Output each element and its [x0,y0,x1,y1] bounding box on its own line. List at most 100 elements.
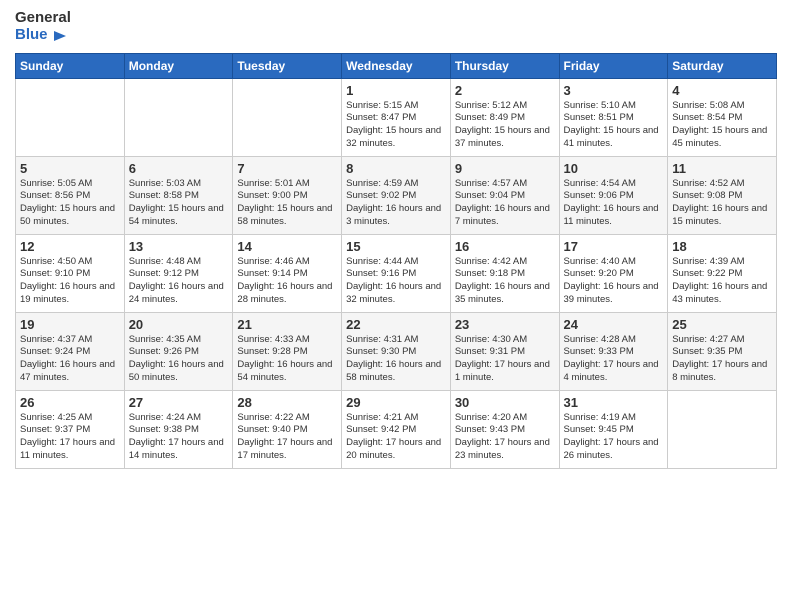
logo-triangle-icon [50,27,68,45]
day-info: Sunrise: 5:01 AM Sunset: 9:00 PM Dayligh… [237,178,337,229]
day-cell: 23 Sunrise: 4:30 AM Sunset: 9:31 PM Dayli… [450,312,559,390]
weekday-header-thursday: Thursday [450,53,559,78]
day-info: Sunrise: 4:28 AM Sunset: 9:33 PM Dayligh… [564,334,664,385]
day-cell: 16 Sunrise: 4:42 AM Sunset: 9:18 PM Dayli… [450,234,559,312]
day-number: 22 [346,317,446,332]
logo-wordmark: General Blue [15,10,71,45]
day-cell: 27Sunrise: 4:24 AM Sunset: 9:38 PM Dayli… [124,390,233,468]
day-cell: 31 Sunrise: 4:19 AM Sunset: 9:45 PM Dayli… [559,390,668,468]
day-cell: 6 Sunrise: 5:03 AM Sunset: 8:58 PM Daylig… [124,156,233,234]
day-info: Sunrise: 4:21 AM Sunset: 9:42 PM Dayligh… [346,412,446,463]
day-number: 5 [20,161,120,176]
day-cell [668,390,777,468]
day-cell: 19 Sunrise: 4:37 AM Sunset: 9:24 PM Dayli… [16,312,125,390]
day-info: Sunrise: 4:50 AM Sunset: 9:10 PM Dayligh… [20,256,120,307]
day-cell: 1 Sunrise: 5:15 AM Sunset: 8:47 PM Daylig… [342,78,451,156]
day-info: Sunrise: 4:59 AM Sunset: 9:02 PM Dayligh… [346,178,446,229]
day-info: Sunrise: 4:24 AM Sunset: 9:38 PM Dayligh… [129,412,229,463]
day-cell: 29Sunrise: 4:21 AM Sunset: 9:42 PM Dayli… [342,390,451,468]
day-number: 24 [564,317,664,332]
day-info: Sunrise: 4:39 AM Sunset: 9:22 PM Dayligh… [672,256,772,307]
day-number: 14 [237,239,337,254]
header: General Blue [15,10,777,45]
day-number: 8 [346,161,446,176]
day-cell: 25 Sunrise: 4:27 AM Sunset: 9:35 PM Dayli… [668,312,777,390]
week-row-4: 19 Sunrise: 4:37 AM Sunset: 9:24 PM Dayli… [16,312,777,390]
day-cell: 5 Sunrise: 5:05 AM Sunset: 8:56 PM Daylig… [16,156,125,234]
day-number: 13 [129,239,229,254]
day-number: 26 [20,395,120,410]
day-cell: 18 Sunrise: 4:39 AM Sunset: 9:22 PM Dayli… [668,234,777,312]
day-info: Sunrise: 5:08 AM Sunset: 8:54 PM Dayligh… [672,100,772,151]
day-info: Sunrise: 4:25 AM Sunset: 9:37 PM Dayligh… [20,412,120,463]
day-cell: 21 Sunrise: 4:33 AM Sunset: 9:28 PM Dayli… [233,312,342,390]
day-number: 11 [672,161,772,176]
day-number: 30 [455,395,555,410]
day-cell: 15 Sunrise: 4:44 AM Sunset: 9:16 PM Dayli… [342,234,451,312]
day-number: 23 [455,317,555,332]
week-row-5: 26 Sunrise: 4:25 AM Sunset: 9:37 PM Dayli… [16,390,777,468]
day-number: 28 [237,395,337,410]
day-info: Sunrise: 4:44 AM Sunset: 9:16 PM Dayligh… [346,256,446,307]
day-cell: 17 Sunrise: 4:40 AM Sunset: 9:20 PM Dayli… [559,234,668,312]
day-number: 19 [20,317,120,332]
day-cell [16,78,125,156]
day-number: 3 [564,83,664,98]
day-info: Sunrise: 4:54 AM Sunset: 9:06 PM Dayligh… [564,178,664,229]
day-info: Sunrise: 5:12 AM Sunset: 8:49 PM Dayligh… [455,100,555,151]
day-info: Sunrise: 4:31 AM Sunset: 9:30 PM Dayligh… [346,334,446,385]
day-info: Sunrise: 4:48 AM Sunset: 9:12 PM Dayligh… [129,256,229,307]
day-number: 16 [455,239,555,254]
day-info: Sunrise: 4:20 AM Sunset: 9:43 PM Dayligh… [455,412,555,463]
day-info: Sunrise: 4:57 AM Sunset: 9:04 PM Dayligh… [455,178,555,229]
day-info: Sunrise: 5:05 AM Sunset: 8:56 PM Dayligh… [20,178,120,229]
day-number: 7 [237,161,337,176]
day-number: 9 [455,161,555,176]
day-cell: 14 Sunrise: 4:46 AM Sunset: 9:14 PM Dayli… [233,234,342,312]
day-info: Sunrise: 4:27 AM Sunset: 9:35 PM Dayligh… [672,334,772,385]
weekday-header-row: SundayMondayTuesdayWednesdayThursdayFrid… [16,53,777,78]
day-cell: 4 Sunrise: 5:08 AM Sunset: 8:54 PM Daylig… [668,78,777,156]
weekday-header-friday: Friday [559,53,668,78]
day-cell: 28Sunrise: 4:22 AM Sunset: 9:40 PM Dayli… [233,390,342,468]
weekday-header-monday: Monday [124,53,233,78]
day-number: 10 [564,161,664,176]
day-cell [233,78,342,156]
day-info: Sunrise: 4:30 AM Sunset: 9:31 PM Dayligh… [455,334,555,385]
day-number: 17 [564,239,664,254]
weekday-header-tuesday: Tuesday [233,53,342,78]
day-number: 31 [564,395,664,410]
day-number: 4 [672,83,772,98]
day-number: 15 [346,239,446,254]
day-info: Sunrise: 4:40 AM Sunset: 9:20 PM Dayligh… [564,256,664,307]
calendar-table: SundayMondayTuesdayWednesdayThursdayFrid… [15,53,777,469]
day-info: Sunrise: 5:15 AM Sunset: 8:47 PM Dayligh… [346,100,446,151]
day-cell: 7 Sunrise: 5:01 AM Sunset: 9:00 PM Daylig… [233,156,342,234]
day-cell: 11 Sunrise: 4:52 AM Sunset: 9:08 PM Dayli… [668,156,777,234]
day-number: 21 [237,317,337,332]
day-number: 2 [455,83,555,98]
weekday-header-sunday: Sunday [16,53,125,78]
day-cell: 22 Sunrise: 4:31 AM Sunset: 9:30 PM Dayli… [342,312,451,390]
day-info: Sunrise: 5:03 AM Sunset: 8:58 PM Dayligh… [129,178,229,229]
day-number: 6 [129,161,229,176]
day-number: 1 [346,83,446,98]
day-number: 18 [672,239,772,254]
day-number: 20 [129,317,229,332]
day-cell: 10 Sunrise: 4:54 AM Sunset: 9:06 PM Dayli… [559,156,668,234]
week-row-1: 1 Sunrise: 5:15 AM Sunset: 8:47 PM Daylig… [16,78,777,156]
day-number: 12 [20,239,120,254]
week-row-2: 5 Sunrise: 5:05 AM Sunset: 8:56 PM Daylig… [16,156,777,234]
day-number: 25 [672,317,772,332]
week-row-3: 12 Sunrise: 4:50 AM Sunset: 9:10 PM Dayli… [16,234,777,312]
day-info: Sunrise: 4:19 AM Sunset: 9:45 PM Dayligh… [564,412,664,463]
day-info: Sunrise: 4:52 AM Sunset: 9:08 PM Dayligh… [672,178,772,229]
day-info: Sunrise: 4:42 AM Sunset: 9:18 PM Dayligh… [455,256,555,307]
day-info: Sunrise: 4:46 AM Sunset: 9:14 PM Dayligh… [237,256,337,307]
day-info: Sunrise: 4:37 AM Sunset: 9:24 PM Dayligh… [20,334,120,385]
page: General Blue SundayMondayTuesdayWednesda… [0,0,792,612]
day-cell: 2 Sunrise: 5:12 AM Sunset: 8:49 PM Daylig… [450,78,559,156]
day-info: Sunrise: 5:10 AM Sunset: 8:51 PM Dayligh… [564,100,664,151]
day-cell [124,78,233,156]
day-info: Sunrise: 4:33 AM Sunset: 9:28 PM Dayligh… [237,334,337,385]
